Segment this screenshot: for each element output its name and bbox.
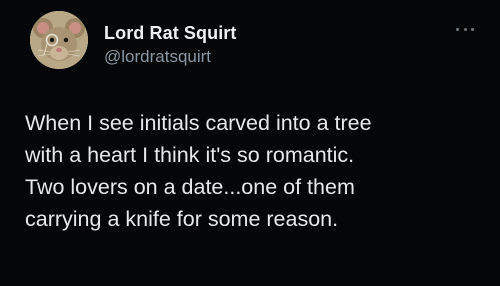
more-options-icon[interactable] [456, 24, 474, 34]
rat-avatar-icon [30, 11, 88, 69]
tweet-text-line: When I see initials carved into a tree [25, 111, 372, 135]
avatar[interactable] [30, 11, 88, 69]
dot-icon [471, 27, 474, 31]
tweet-text-line: Two lovers on a date...one of them [25, 175, 355, 199]
tweet-text-line: with a heart I think it's so romantic. [25, 143, 355, 167]
tweet-text-line: carrying a knife for some reason. [25, 207, 339, 231]
tweet-text: When I see initials carved into a tree w… [25, 107, 475, 235]
dot-icon [463, 27, 467, 31]
tweet-card: Lord Rat Squirt @lordratsquirt When I se… [0, 0, 500, 286]
author-info: Lord Rat Squirt @lordratsquirt [104, 22, 237, 68]
display-name[interactable]: Lord Rat Squirt [104, 22, 237, 44]
dot-icon [456, 27, 459, 31]
user-handle[interactable]: @lordratsquirt [104, 46, 237, 68]
